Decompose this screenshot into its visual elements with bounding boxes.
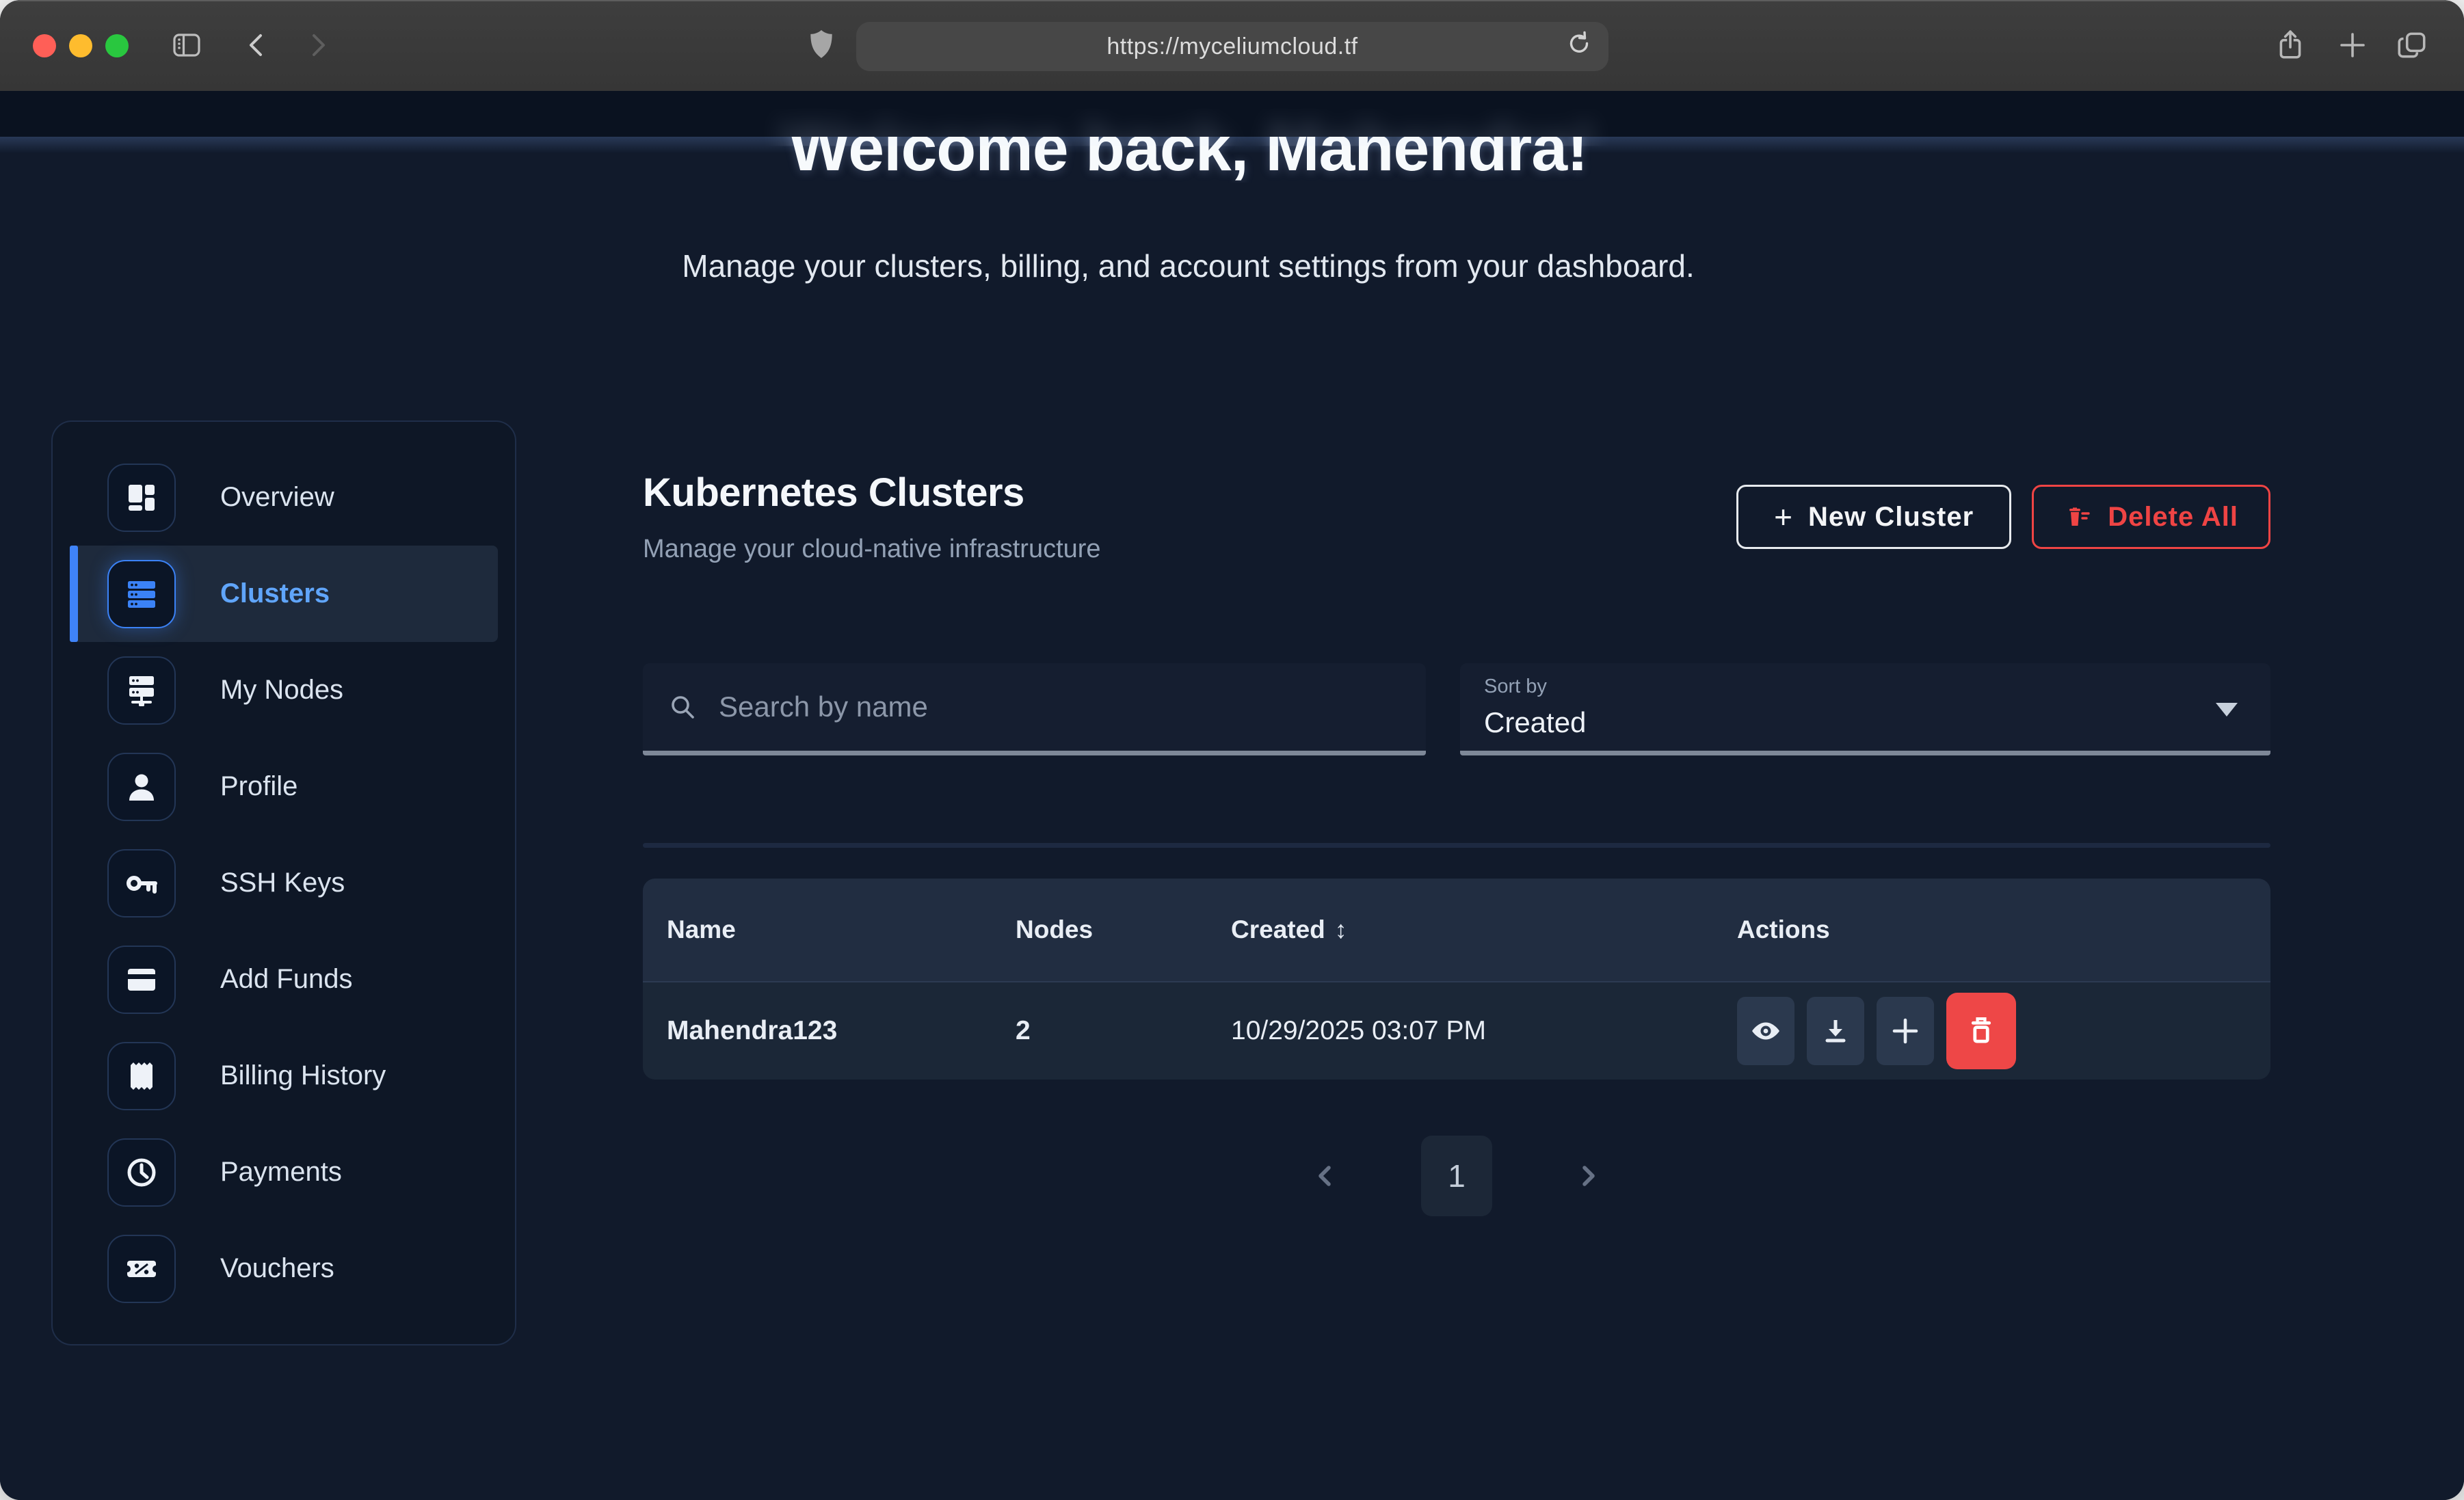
browser-window: https://myceliumcloud.tf: [0, 0, 2464, 1500]
column-header-nodes: Nodes: [1016, 915, 1231, 944]
page-number-button[interactable]: 1: [1421, 1136, 1492, 1216]
reload-icon[interactable]: [1565, 29, 1593, 64]
privacy-shield-icon[interactable]: [806, 27, 837, 63]
trash-sweep-icon: [2064, 502, 2094, 532]
credit-card-icon: [107, 946, 176, 1014]
person-icon: [107, 753, 176, 821]
sidebar-item-ssh-keys[interactable]: SSH Keys: [70, 835, 498, 931]
section-subtitle: Manage your cloud-native infrastructure: [643, 535, 1101, 564]
sidebar-item-label: My Nodes: [220, 675, 343, 706]
hero-section: Welcome back, Mahendra! Welcome back, Ma…: [0, 91, 2376, 284]
nodes-icon: [107, 656, 176, 725]
share-icon[interactable]: [2275, 27, 2306, 63]
dashboard-icon: [107, 464, 176, 532]
download-icon: [1819, 1015, 1852, 1047]
section-title: Kubernetes Clusters: [643, 470, 1101, 515]
sort-label: Sort by: [1484, 675, 2247, 698]
back-button[interactable]: [243, 30, 271, 60]
delete-cluster-button[interactable]: [1946, 993, 2016, 1069]
close-window-button[interactable]: [33, 34, 56, 57]
search-box: [643, 663, 1426, 755]
pagination: 1: [643, 1136, 2270, 1216]
cell-cluster-name: Mahendra123: [667, 1016, 1016, 1046]
trash-icon: [1963, 1013, 1999, 1049]
plus-icon: +: [1774, 498, 1793, 535]
sidebar-item-add-funds[interactable]: Add Funds: [70, 931, 498, 1028]
chevron-down-icon: [2216, 703, 2238, 716]
add-node-button[interactable]: [1877, 997, 1934, 1065]
search-icon: [667, 691, 698, 723]
column-header-name: Name: [667, 915, 1016, 944]
page-subtitle: Manage your clusters, billing, and accou…: [0, 247, 2376, 284]
sidebar-item-label: SSH Keys: [220, 868, 345, 898]
browser-chrome: https://myceliumcloud.tf: [0, 0, 2464, 91]
url-bar[interactable]: https://myceliumcloud.tf: [856, 22, 1608, 71]
search-input[interactable]: [717, 690, 1402, 724]
sidebar-item-overview[interactable]: Overview: [70, 449, 498, 546]
zoom-window-button[interactable]: [105, 34, 129, 57]
sidebar-item-label: Overview: [220, 482, 334, 513]
sidebar-item-label: Add Funds: [220, 964, 352, 995]
sidebar-item-label: Payments: [220, 1157, 342, 1188]
tab-overview-icon[interactable]: [2395, 29, 2429, 62]
page-content: Welcome back, Mahendra! Welcome back, Ma…: [0, 91, 2464, 1500]
plus-icon: [1889, 1015, 1922, 1047]
sidebar-nav: Overview Clusters: [51, 420, 516, 1345]
sidebar-item-label: Profile: [220, 771, 297, 802]
url-text: https://myceliumcloud.tf: [1107, 34, 1357, 60]
sort-updown-icon: ↕: [1335, 915, 1347, 944]
section-divider: [643, 843, 2270, 848]
download-kubeconfig-button[interactable]: [1807, 997, 1864, 1065]
page-title: Welcome back, Mahendra!: [0, 137, 2376, 183]
key-icon: [107, 849, 176, 918]
sidebar-item-my-nodes[interactable]: My Nodes: [70, 642, 498, 738]
minimize-window-button[interactable]: [69, 34, 92, 57]
new-tab-icon[interactable]: [2337, 30, 2368, 60]
sidebar-item-label: Vouchers: [220, 1253, 334, 1284]
receipt-icon: [107, 1042, 176, 1110]
delete-all-button[interactable]: Delete All: [2032, 485, 2270, 549]
forward-button[interactable]: [304, 30, 331, 60]
cell-cluster-nodes: 2: [1016, 1016, 1231, 1046]
clusters-main: Kubernetes Clusters Manage your cloud-na…: [643, 420, 2270, 1216]
column-header-created[interactable]: Created ↕: [1231, 915, 1737, 944]
row-actions: [1737, 993, 2270, 1069]
sidebar-toggle-icon[interactable]: [171, 30, 202, 60]
sidebar-item-label: Billing History: [220, 1060, 386, 1091]
sidebar-item-vouchers[interactable]: Vouchers: [70, 1220, 498, 1317]
cell-cluster-created: 10/29/2025 03:07 PM: [1231, 1016, 1737, 1046]
prev-page-button[interactable]: [1310, 1160, 1340, 1192]
ticket-icon: [107, 1235, 176, 1303]
clock-icon: [107, 1138, 176, 1207]
new-cluster-button[interactable]: + New Cluster: [1736, 485, 2011, 549]
table-row: Mahendra123 2 10/29/2025 03:07 PM: [643, 982, 2270, 1080]
sidebar-item-profile[interactable]: Profile: [70, 738, 498, 835]
view-cluster-button[interactable]: [1737, 997, 1794, 1065]
sort-select[interactable]: Sort by Created: [1460, 663, 2270, 755]
sort-value: Created: [1484, 706, 2247, 739]
traffic-lights: [33, 34, 129, 57]
eye-icon: [1749, 1015, 1782, 1047]
clusters-icon: [107, 560, 176, 628]
next-page-button[interactable]: [1573, 1160, 1603, 1192]
sidebar-item-payments[interactable]: Payments: [70, 1124, 498, 1220]
clusters-table: Name Nodes Created ↕ Actions Mahendra123…: [643, 879, 2270, 1080]
sidebar-item-label: Clusters: [220, 578, 330, 609]
sidebar-item-billing-history[interactable]: Billing History: [70, 1028, 498, 1124]
sidebar-item-clusters[interactable]: Clusters: [70, 546, 498, 642]
table-header-row: Name Nodes Created ↕ Actions: [643, 879, 2270, 982]
column-header-actions: Actions: [1737, 915, 2270, 944]
section-header: Kubernetes Clusters Manage your cloud-na…: [643, 470, 1101, 564]
